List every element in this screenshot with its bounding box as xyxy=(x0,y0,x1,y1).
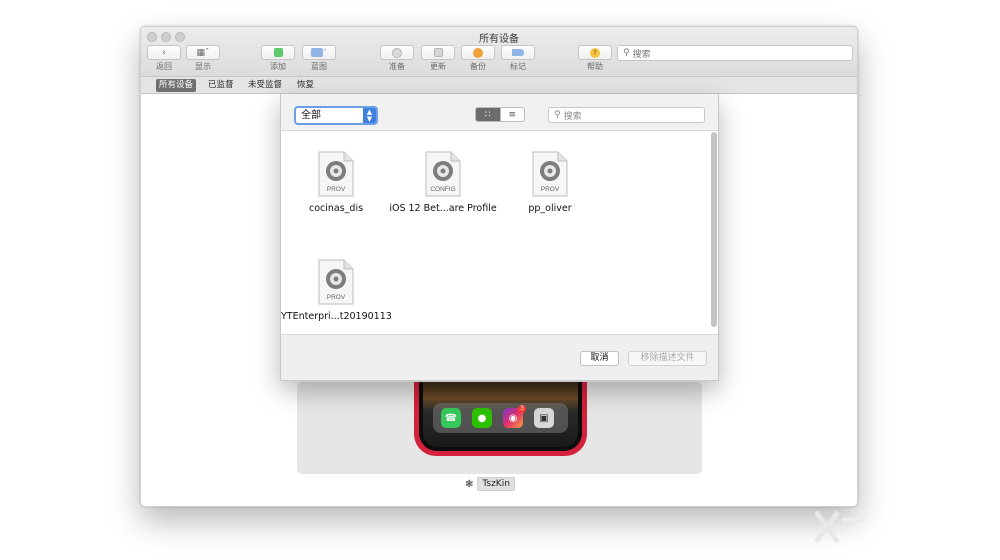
search-icon: ⚲ xyxy=(554,110,561,120)
backup-button[interactable] xyxy=(461,45,495,60)
wechat-app-icon: ● xyxy=(472,408,492,428)
device-name: TszKin xyxy=(477,477,515,491)
cancel-button[interactable]: 取消 xyxy=(580,351,619,366)
segment-all-devices[interactable]: 所有设备 xyxy=(156,79,197,92)
sheet-button-bar: 取消 移除描述文件 xyxy=(281,334,718,380)
prepare-button[interactable] xyxy=(380,45,414,60)
back-tool[interactable]: ‹ 返回 xyxy=(147,45,181,72)
profile-file-name: pp_oliver xyxy=(528,203,572,214)
tag-button[interactable] xyxy=(501,45,535,60)
backup-label: 备份 xyxy=(470,62,486,71)
device-label[interactable]: ❃ TszKin xyxy=(465,477,515,491)
backup-icon xyxy=(473,47,483,58)
profile-filter-value: 全部 xyxy=(301,110,321,121)
segment-restore[interactable]: 恢复 xyxy=(294,79,317,92)
profile-file-name: YTEnterpri...t20190113 xyxy=(281,311,392,322)
profile-file-icon: PROV xyxy=(317,151,355,197)
select-arrows-icon: ▲ ▼ xyxy=(363,108,376,123)
blueprint-icon xyxy=(311,48,324,57)
sheet-search-field[interactable]: ⚲ 搜索 xyxy=(548,107,705,123)
profile-file-name: cocinas_dis xyxy=(308,203,364,214)
remove-profile-button[interactable]: 移除描述文件 xyxy=(628,351,707,366)
blueprint-tool[interactable]: ˇ 蓝图 xyxy=(302,45,336,72)
prepare-label: 准备 xyxy=(389,62,405,71)
file-type-label: CONFIG xyxy=(430,186,455,193)
device-card[interactable]: ☎ ● ◉ 3 ▣ xyxy=(297,382,702,474)
iphone-image: ☎ ● ◉ 3 ▣ xyxy=(414,382,587,456)
add-tool[interactable]: 添加 xyxy=(261,45,295,72)
profile-file-icon: PROV xyxy=(317,259,355,305)
file-type-label: PROV xyxy=(327,294,346,301)
iphone-dock: ☎ ● ◉ 3 ▣ xyxy=(433,403,568,433)
file-type-label: PROV xyxy=(327,186,346,193)
window-title: 所有设备 xyxy=(479,34,519,45)
phone-app-icon: ☎ xyxy=(441,408,461,428)
help-button[interactable]: ? xyxy=(578,45,612,60)
sheet-scrollbar[interactable] xyxy=(711,132,717,327)
profile-file-name: iOS 12 Bet...are Profile xyxy=(389,203,497,214)
profile-filter-select[interactable]: 全部 ▲ ▼ xyxy=(294,106,378,125)
add-label: 添加 xyxy=(270,62,286,71)
prepare-gear-icon xyxy=(392,47,402,58)
device-filter-bar: 所有设备 已监督 未受监督 恢复 xyxy=(141,77,857,94)
profile-file-icon: CONFIG xyxy=(424,151,462,197)
tag-label: 标记 xyxy=(510,62,526,71)
search-icon: ⚲ xyxy=(623,48,630,58)
file-type-label: PROV xyxy=(541,186,560,193)
sheet-search-placeholder: 搜索 xyxy=(563,111,582,122)
profile-file-item[interactable]: CONFIG iOS 12 Bet...are Profile xyxy=(388,151,498,214)
help-question-icon: ? xyxy=(590,47,600,58)
watermark-logo xyxy=(808,502,868,552)
back-label: 返回 xyxy=(156,62,172,71)
profile-file-item[interactable]: PROV pp_oliver xyxy=(495,151,605,214)
profile-file-item[interactable]: PROV cocinas_dis xyxy=(281,151,391,214)
view-mode-toggle[interactable]: ∷ ≡ xyxy=(475,107,525,122)
display-button[interactable]: ▦ˇ xyxy=(186,45,220,60)
camera-app-icon: ▣ xyxy=(534,408,554,428)
add-button[interactable] xyxy=(261,45,295,60)
help-label: 帮助 xyxy=(587,62,603,71)
list-view-button[interactable]: ≡ xyxy=(499,108,524,121)
list-icon: ≡ xyxy=(508,109,517,120)
update-button[interactable] xyxy=(421,45,455,60)
back-button[interactable]: ‹ xyxy=(147,45,181,60)
tag-icon xyxy=(512,49,524,56)
desktop: 所有设备 ‹ 返回 ▦ˇ 显示 添加 ˇ 蓝图 准备 更新 备份 标记 ? 帮助… xyxy=(0,0,1000,560)
chevron-down-icon: ˇ xyxy=(323,48,327,57)
backup-tool[interactable]: 备份 xyxy=(461,45,495,72)
tag-tool[interactable]: 标记 xyxy=(501,45,535,72)
segment-supervised[interactable]: 已监督 xyxy=(205,79,237,92)
update-icon xyxy=(433,48,443,57)
icon-view-button[interactable]: ∷ xyxy=(476,108,500,121)
prepare-tool[interactable]: 准备 xyxy=(380,45,414,72)
add-plus-icon xyxy=(273,48,283,57)
blueprint-button[interactable]: ˇ xyxy=(302,45,336,60)
blueprint-label: 蓝图 xyxy=(311,62,327,71)
update-tool[interactable]: 更新 xyxy=(421,45,455,72)
profile-file-item[interactable]: PROV YTEnterpri...t20190113 xyxy=(281,259,392,322)
sheet-toolbar: 全部 ▲ ▼ ∷ ≡ ⚲ 搜索 xyxy=(281,94,718,131)
profile-file-icon: PROV xyxy=(531,151,569,197)
main-search-placeholder: 搜索 xyxy=(632,49,651,60)
display-tool[interactable]: ▦ˇ 显示 xyxy=(186,45,220,72)
display-label: 显示 xyxy=(195,62,211,71)
main-search-field[interactable]: ⚲ 搜索 xyxy=(617,45,853,61)
help-tool[interactable]: ? 帮助 xyxy=(578,45,612,72)
remove-profile-sheet: 全部 ▲ ▼ ∷ ≡ ⚲ 搜索 PROV cocinas_dis CONFIG … xyxy=(280,94,719,381)
chevron-left-icon: ‹ xyxy=(162,47,166,58)
update-label: 更新 xyxy=(430,62,446,71)
grid-view-icon: ▦ˇ xyxy=(196,47,210,58)
window-titlebar: 所有设备 ‹ 返回 ▦ˇ 显示 添加 ˇ 蓝图 准备 更新 备份 标记 ? 帮助… xyxy=(141,27,857,77)
spinner-icon: ❃ xyxy=(465,478,474,490)
segment-unsupervised[interactable]: 未受监督 xyxy=(245,79,285,92)
iphone-screen: ☎ ● ◉ 3 ▣ xyxy=(423,382,578,447)
iphone-bezel: ☎ ● ◉ 3 ▣ xyxy=(419,382,582,451)
instagram-app-icon: ◉ 3 xyxy=(503,405,526,428)
grid-icon: ∷ xyxy=(484,109,491,120)
instagram-badge: 3 xyxy=(518,405,526,413)
